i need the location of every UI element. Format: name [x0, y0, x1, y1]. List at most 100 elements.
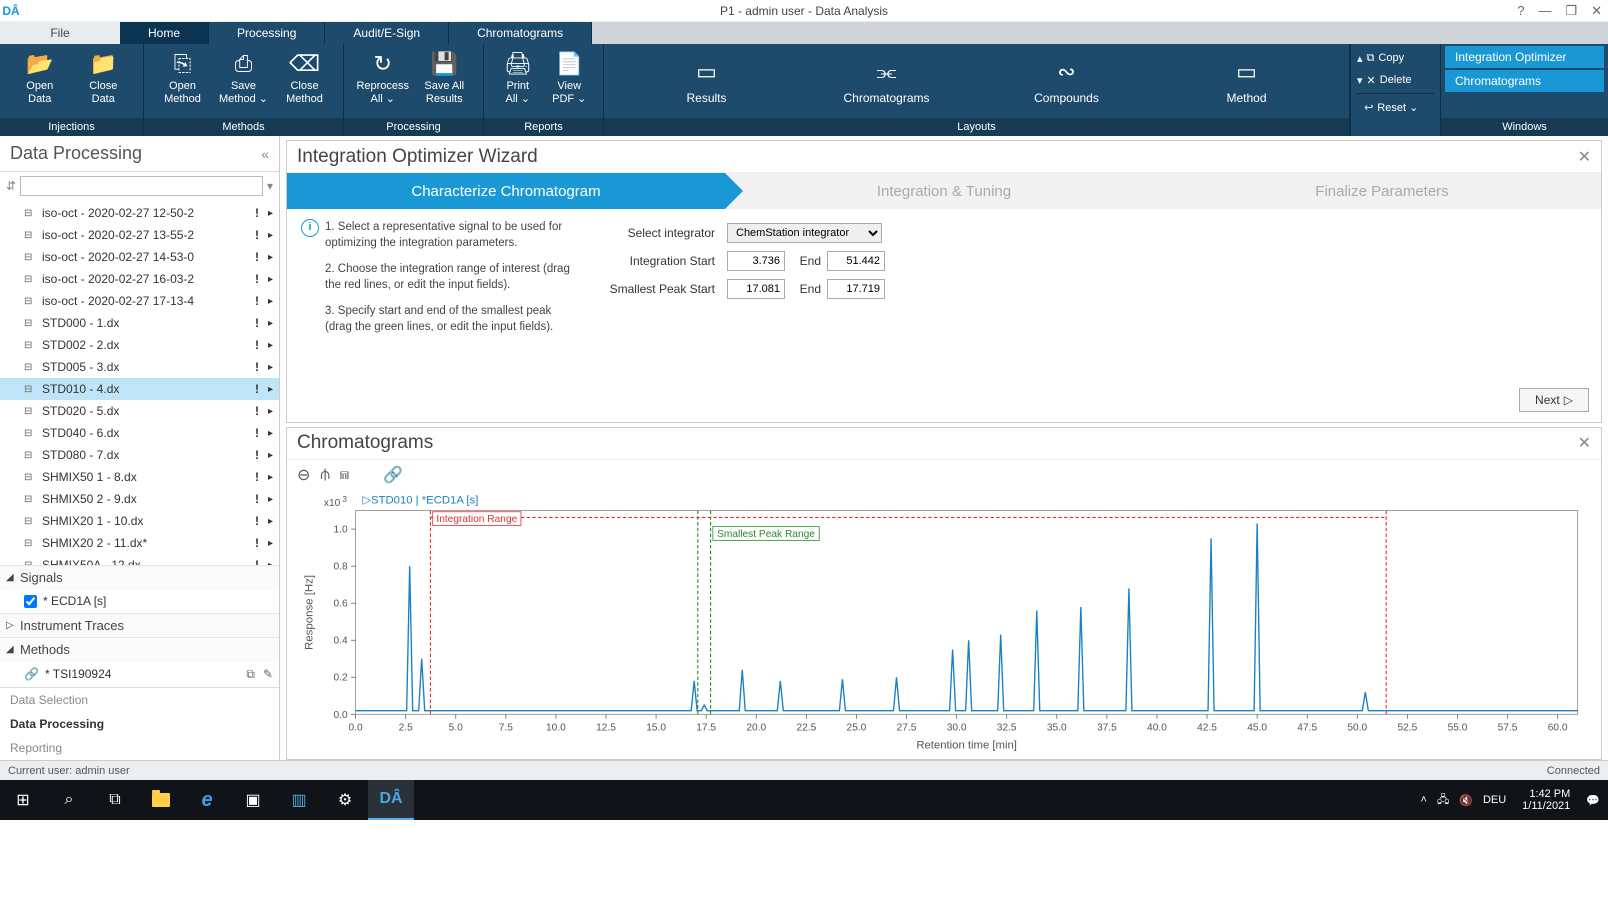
- injection-item[interactable]: ⊟STD000 - 1.dx!▸: [0, 312, 279, 334]
- injection-tree[interactable]: ⊟iso-oct - 2020-02-27 12-50-2!▸⊟iso-oct …: [0, 200, 279, 565]
- injection-item[interactable]: ⊟STD080 - 7.dx!▸: [0, 444, 279, 466]
- svg-text:22.5: 22.5: [796, 722, 816, 733]
- layout-copy-button[interactable]: ▴⧉Copy: [1357, 48, 1434, 68]
- filter-dropdown-icon[interactable]: ▾: [267, 179, 273, 193]
- window-chromatograms-button[interactable]: Chromatograms: [1445, 70, 1604, 92]
- injection-icon: ⊟: [24, 274, 38, 285]
- traces-header[interactable]: ▷Instrument Traces: [0, 613, 279, 637]
- signal-item[interactable]: * ECD1A [s]: [0, 589, 279, 613]
- tab-processing[interactable]: Processing: [209, 22, 325, 44]
- layout-method-button[interactable]: ▭Method: [1197, 57, 1297, 105]
- method-copy-icon[interactable]: ⧉: [246, 667, 255, 682]
- integration-start-input[interactable]: [727, 251, 785, 271]
- overlay-icon[interactable]: ⫛: [320, 466, 330, 484]
- peak-end-input[interactable]: [827, 279, 885, 299]
- close-wizard-icon[interactable]: ✕: [1578, 147, 1591, 167]
- method-edit-icon[interactable]: ✎: [263, 667, 273, 682]
- tab-data-processing[interactable]: Data Processing: [0, 712, 279, 736]
- wizard-instructions: 1. Select a representative signal to be …: [325, 219, 571, 372]
- layout-reset-button[interactable]: ↩Reset ⌄: [1357, 97, 1434, 117]
- app-icon-1[interactable]: ▥: [276, 780, 322, 820]
- save-all-icon: 💾: [414, 50, 476, 78]
- wizard-step-2[interactable]: Integration & Tuning: [725, 173, 1163, 209]
- chromatogram-plot[interactable]: 0.02.55.07.510.012.515.017.520.022.525.0…: [299, 490, 1589, 753]
- layout-results-button[interactable]: ▭Results: [657, 57, 757, 105]
- wizard-step-1[interactable]: Characterize Chromatogram: [287, 173, 725, 209]
- close-icon[interactable]: ✕: [1591, 3, 1602, 19]
- injection-item[interactable]: ⊟iso-oct - 2020-02-27 16-03-2!▸: [0, 268, 279, 290]
- collapse-panel-icon[interactable]: «: [261, 146, 269, 162]
- injection-item[interactable]: ⊟SHMIX50 1 - 8.dx!▸: [0, 466, 279, 488]
- injection-item[interactable]: ⊟STD040 - 6.dx!▸: [0, 422, 279, 444]
- tab-audit[interactable]: Audit/E-Sign: [325, 22, 449, 44]
- group-label-methods: Methods: [144, 118, 343, 136]
- ie-icon[interactable]: e: [184, 780, 230, 820]
- integration-end-input[interactable]: [827, 251, 885, 271]
- filter-icon[interactable]: ⇵: [6, 179, 16, 193]
- search-icon[interactable]: ⌕: [46, 780, 92, 820]
- signal-checkbox[interactable]: [24, 595, 37, 608]
- start-button[interactable]: ⊞: [0, 780, 46, 820]
- zoom-out-icon[interactable]: ⊖: [297, 465, 310, 485]
- view-pdf-button[interactable]: 📄ViewPDF ⌄: [544, 48, 596, 106]
- wizard-steps: Characterize Chromatogram Integration & …: [287, 173, 1601, 209]
- injection-item[interactable]: ⊟STD020 - 5.dx!▸: [0, 400, 279, 422]
- injection-icon: ⊟: [24, 472, 38, 483]
- injection-item[interactable]: ⊟iso-oct - 2020-02-27 13-55-2!▸: [0, 224, 279, 246]
- task-view-icon[interactable]: ⧉: [92, 780, 138, 820]
- open-method-button[interactable]: ⎘OpenMethod: [152, 48, 213, 106]
- tray-notifications-icon[interactable]: 💬: [1586, 794, 1600, 807]
- tab-file[interactable]: File: [0, 22, 120, 44]
- next-button[interactable]: Next▷: [1519, 388, 1589, 412]
- terminal-icon[interactable]: ▣: [230, 780, 276, 820]
- close-data-button[interactable]: 📁CloseData: [72, 48, 136, 106]
- help-icon[interactable]: ?: [1517, 3, 1524, 19]
- injection-item[interactable]: ⊟STD005 - 3.dx!▸: [0, 356, 279, 378]
- tray-chevron-icon[interactable]: ˄: [1421, 794, 1427, 806]
- save-method-button[interactable]: ⎙SaveMethod ⌄: [213, 48, 274, 106]
- injection-icon: ⊟: [24, 318, 38, 329]
- wizard-step-3[interactable]: Finalize Parameters: [1163, 173, 1601, 209]
- settings-icon[interactable]: ⚙: [322, 780, 368, 820]
- injection-item[interactable]: ⊟iso-oct - 2020-02-27 17-13-4!▸: [0, 290, 279, 312]
- signals-header[interactable]: ◢Signals: [0, 565, 279, 589]
- integrator-select[interactable]: ChemStation integrator: [727, 223, 882, 243]
- maximize-icon[interactable]: ❐: [1565, 3, 1577, 19]
- open-data-button[interactable]: 📂OpenData: [8, 48, 72, 106]
- stack-icon[interactable]: ⩎: [340, 466, 349, 484]
- minimize-icon[interactable]: —: [1538, 3, 1551, 19]
- tray-volume-icon[interactable]: 🔇: [1459, 794, 1473, 807]
- layout-delete-button[interactable]: ▾✕Delete: [1357, 70, 1434, 90]
- ribbon: 📂OpenData 📁CloseData Injections ⎘OpenMet…: [0, 44, 1608, 136]
- file-explorer-icon[interactable]: [138, 780, 184, 820]
- injection-item[interactable]: ⊟SHMIX20 1 - 10.dx!▸: [0, 510, 279, 532]
- injection-item[interactable]: ⊟SHMIX20 2 - 11.dx *!▸: [0, 532, 279, 554]
- injection-item[interactable]: ⊟SHMIX50A - 12.dx!▸: [0, 554, 279, 565]
- injection-item[interactable]: ⊟STD010 - 4.dx!▸: [0, 378, 279, 400]
- data-analysis-taskbar-icon[interactable]: DÂ: [368, 780, 414, 820]
- method-item[interactable]: 🔗 * TSI190924 ⧉✎: [0, 661, 279, 687]
- tab-reporting[interactable]: Reporting: [0, 736, 279, 760]
- tray-network-icon[interactable]: 🖧: [1437, 791, 1449, 810]
- save-all-results-button[interactable]: 💾Save AllResults: [414, 48, 476, 106]
- close-method-button[interactable]: ⌫CloseMethod: [274, 48, 335, 106]
- injection-item[interactable]: ⊟iso-oct - 2020-02-27 14-53-0!▸: [0, 246, 279, 268]
- link-method-icon[interactable]: 🔗: [383, 465, 403, 485]
- tray-clock[interactable]: 1:42 PM1/11/2021: [1516, 788, 1576, 812]
- methods-header[interactable]: ◢Methods: [0, 637, 279, 661]
- tray-language[interactable]: DEU: [1483, 794, 1506, 806]
- tab-home[interactable]: Home: [120, 22, 209, 44]
- injection-item[interactable]: ⊟STD002 - 2.dx!▸: [0, 334, 279, 356]
- close-chromatogram-icon[interactable]: ✕: [1578, 433, 1591, 453]
- layout-chromatograms-button[interactable]: ⫘Chromatograms: [837, 57, 937, 105]
- layout-compounds-button[interactable]: ∾Compounds: [1017, 57, 1117, 105]
- peak-start-input[interactable]: [727, 279, 785, 299]
- filter-input[interactable]: [20, 176, 263, 196]
- injection-item[interactable]: ⊟SHMIX50 2 - 9.dx!▸: [0, 488, 279, 510]
- reprocess-all-button[interactable]: ↻ReprocessAll ⌄: [352, 48, 414, 106]
- tab-chromatograms[interactable]: Chromatograms: [449, 22, 592, 44]
- print-all-button[interactable]: 🖨PrintAll ⌄: [492, 48, 544, 106]
- tab-data-selection[interactable]: Data Selection: [0, 688, 279, 712]
- window-wizard-button[interactable]: Integration Optimizer Wizard: [1445, 46, 1604, 68]
- injection-item[interactable]: ⊟iso-oct - 2020-02-27 12-50-2!▸: [0, 202, 279, 224]
